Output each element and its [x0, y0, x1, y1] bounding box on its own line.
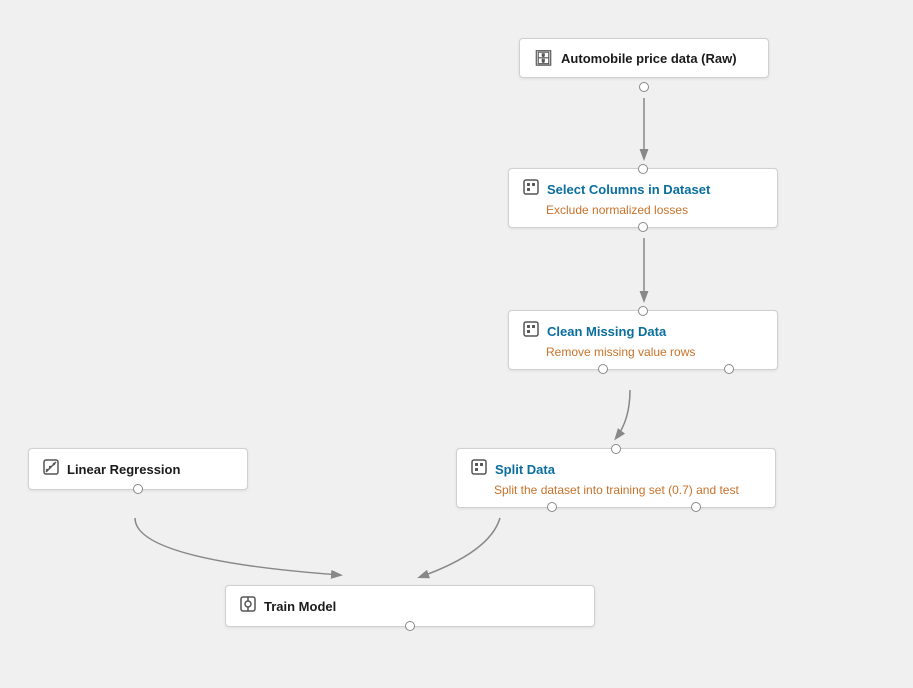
node-split-title: Split Data	[471, 459, 761, 479]
node-train-model[interactable]: Train Model	[225, 585, 595, 627]
node-linear-regression[interactable]: Linear Regression	[28, 448, 248, 490]
regression-icon	[43, 459, 59, 479]
split-icon	[471, 459, 487, 479]
port-split-in[interactable]	[611, 444, 621, 454]
port-clean-out-left[interactable]	[598, 364, 608, 374]
node-select-columns[interactable]: Select Columns in Dataset Exclude normal…	[508, 168, 778, 228]
port-split-out-left[interactable]	[547, 502, 557, 512]
node-split-subtitle: Split the dataset into training set (0.7…	[471, 483, 761, 497]
pipeline-canvas: 🗄 Automobile price data (Raw) Select Col…	[0, 0, 913, 688]
node-split-data[interactable]: Split Data Split the dataset into traini…	[456, 448, 776, 508]
port-select-out[interactable]	[638, 222, 648, 232]
node-select-columns-subtitle: Exclude normalized losses	[523, 203, 763, 217]
db-icon: 🗄	[534, 49, 553, 67]
node-automobile[interactable]: 🗄 Automobile price data (Raw)	[519, 38, 769, 78]
port-automobile-out[interactable]	[639, 82, 649, 92]
node-train-title: Train Model	[240, 596, 580, 616]
port-clean-in[interactable]	[638, 306, 648, 316]
node-clean-missing[interactable]: Clean Missing Data Remove missing value …	[508, 310, 778, 370]
select-icon	[523, 179, 539, 199]
node-clean-subtitle: Remove missing value rows	[523, 345, 763, 359]
node-clean-title: Clean Missing Data	[523, 321, 763, 341]
port-regression-out[interactable]	[133, 484, 143, 494]
port-select-in[interactable]	[638, 164, 648, 174]
node-automobile-title: 🗄 Automobile price data (Raw)	[534, 49, 754, 67]
train-icon	[240, 596, 256, 616]
node-select-columns-title: Select Columns in Dataset	[523, 179, 763, 199]
clean-icon	[523, 321, 539, 341]
node-regression-title: Linear Regression	[43, 459, 233, 479]
port-split-out-right[interactable]	[691, 502, 701, 512]
port-train-out[interactable]	[405, 621, 415, 631]
port-clean-out-right[interactable]	[724, 364, 734, 374]
